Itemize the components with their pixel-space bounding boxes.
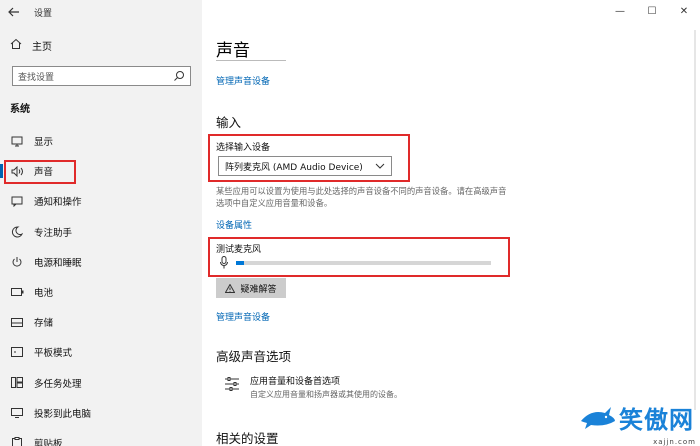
project-icon bbox=[10, 407, 24, 418]
device-properties-link[interactable]: 设备属性 bbox=[216, 218, 252, 231]
battery-icon bbox=[10, 288, 24, 297]
search-icon bbox=[174, 71, 184, 81]
tablet-icon bbox=[10, 347, 24, 358]
sidebar-item-label: 通知和操作 bbox=[34, 197, 82, 209]
sidebar-item-label: 电源和睡眠 bbox=[34, 257, 82, 269]
input-heading: 输入 bbox=[216, 115, 242, 130]
shark-logo-icon bbox=[581, 406, 615, 429]
multitask-icon bbox=[10, 377, 24, 389]
sound-highlight-box bbox=[4, 160, 76, 184]
troubleshoot-button[interactable]: 疑难解答 bbox=[216, 278, 286, 298]
sidebar-item-label: 电池 bbox=[34, 288, 54, 300]
title-underline bbox=[216, 60, 286, 61]
app-volume-desc: 自定义应用音量和扬声器或其使用的设备。 bbox=[250, 390, 402, 399]
page-title: 声音 bbox=[216, 41, 250, 61]
maximize-button[interactable]: ☐ bbox=[636, 2, 668, 20]
search-input[interactable]: 查找设置 bbox=[12, 66, 191, 86]
sidebar-item-focus-assist[interactable]: 专注助手 bbox=[0, 217, 202, 247]
moon-icon bbox=[10, 226, 24, 238]
app-volume-title: 应用音量和设备首选项 bbox=[250, 377, 341, 387]
window-title: 设置 bbox=[34, 8, 53, 19]
storage-icon bbox=[10, 317, 24, 327]
back-button[interactable] bbox=[0, 0, 28, 24]
sidebar: 设置 主页 查找设置 系统 显示 声音 通知和操作 专注助手 电源和睡眠 电池 … bbox=[0, 0, 202, 446]
title-bar: 设置 bbox=[0, 0, 202, 24]
app-volume-preferences[interactable]: 应用音量和设备首选项 自定义应用音量和扬声器或其使用的设备。 bbox=[224, 374, 402, 400]
home-label: 主页 bbox=[32, 42, 52, 53]
sliders-icon bbox=[225, 377, 239, 391]
sidebar-item-label: 存储 bbox=[34, 318, 54, 330]
test-mic-highlight-box bbox=[208, 237, 510, 277]
sidebar-item-notifications[interactable]: 通知和操作 bbox=[0, 186, 202, 216]
troubleshoot-label: 疑难解答 bbox=[240, 284, 277, 295]
minimize-button[interactable]: — bbox=[604, 2, 636, 20]
sidebar-item-label: 专注助手 bbox=[34, 227, 73, 239]
related-settings-heading: 相关的设置 bbox=[216, 431, 279, 446]
sidebar-item-display[interactable]: 显示 bbox=[0, 126, 202, 156]
advanced-heading: 高级声音选项 bbox=[216, 349, 292, 364]
sidebar-item-label: 平板模式 bbox=[34, 348, 73, 360]
sidebar-item-clipboard[interactable]: 剪贴板 bbox=[0, 428, 202, 446]
sidebar-item-battery[interactable]: 电池 bbox=[0, 277, 202, 307]
sidebar-item-label: 投影到此电脑 bbox=[34, 408, 92, 420]
sidebar-item-project[interactable]: 投影到此电脑 bbox=[0, 398, 202, 428]
sidebar-item-storage[interactable]: 存储 bbox=[0, 307, 202, 337]
input-description: 某些应用可以设置为使用与此处选择的声音设备不同的声音设备。请在高级声音选项中自定… bbox=[216, 186, 507, 208]
window-controls: — ☐ ✕ bbox=[604, 2, 700, 20]
manage-sound-devices-link[interactable]: 管理声音设备 bbox=[216, 74, 270, 87]
warning-icon bbox=[225, 283, 236, 293]
sidebar-item-label: 多任务处理 bbox=[34, 378, 82, 390]
power-icon bbox=[10, 256, 24, 268]
sidebar-item-power[interactable]: 电源和睡眠 bbox=[0, 247, 202, 277]
close-button[interactable]: ✕ bbox=[668, 2, 700, 20]
input-device-highlight-box bbox=[208, 134, 410, 182]
section-title: 系统 bbox=[10, 104, 30, 115]
home-icon bbox=[10, 38, 22, 53]
sidebar-item-label: 显示 bbox=[34, 137, 54, 149]
manage-sound-devices-link-bottom[interactable]: 管理声音设备 bbox=[216, 310, 270, 323]
scrollbar[interactable] bbox=[694, 30, 696, 410]
home-link[interactable]: 主页 bbox=[10, 38, 52, 53]
notification-icon bbox=[10, 196, 24, 207]
search-placeholder: 查找设置 bbox=[18, 72, 55, 83]
sidebar-item-tablet-mode[interactable]: 平板模式 bbox=[0, 337, 202, 367]
clipboard-icon bbox=[10, 436, 24, 446]
monitor-icon bbox=[10, 136, 24, 147]
watermark: 笑傲网 bbox=[579, 400, 694, 435]
arrow-left-icon bbox=[8, 7, 19, 17]
watermark-text: 笑傲网 bbox=[619, 406, 694, 434]
sidebar-item-label: 剪贴板 bbox=[34, 438, 63, 446]
sidebar-item-multitasking[interactable]: 多任务处理 bbox=[0, 368, 202, 398]
watermark-url: xajjn.com bbox=[653, 438, 696, 446]
